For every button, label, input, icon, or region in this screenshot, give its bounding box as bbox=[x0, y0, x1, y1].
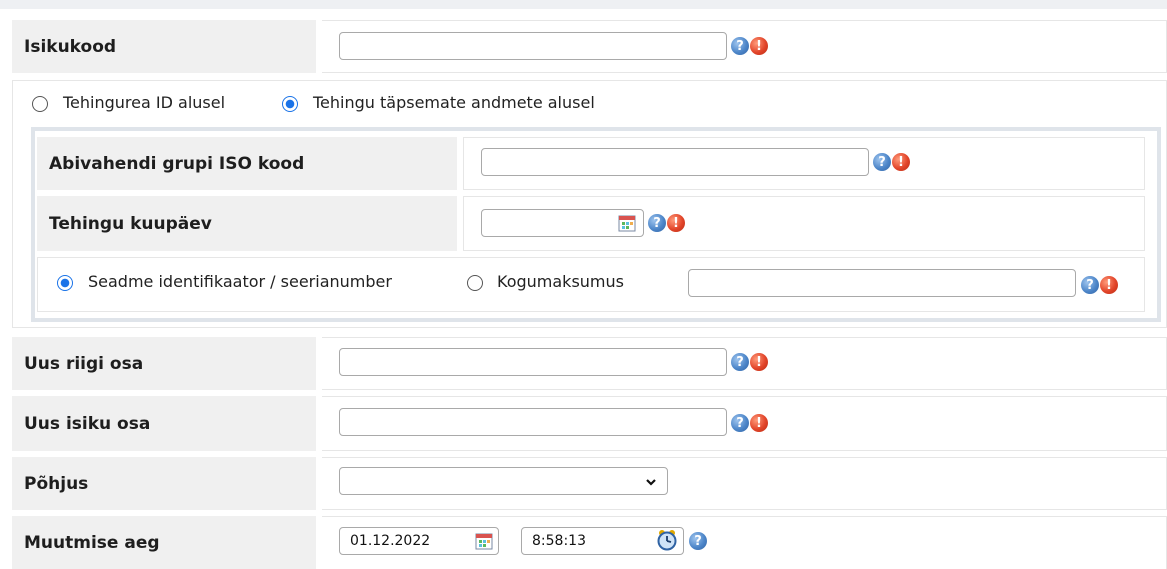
clock-icon[interactable] bbox=[656, 529, 678, 551]
top-border bbox=[0, 0, 1167, 9]
radio-seadme-identifikaator-label[interactable]: Seadme identifikaator / seerianumber bbox=[88, 272, 392, 291]
muutmise-aeg-label-cell: Muutmise aeg bbox=[12, 516, 316, 569]
radio-tehingu-andmete[interactable] bbox=[282, 96, 298, 112]
radio-tehingu-andmete-label[interactable]: Tehingu täpsemate andmete alusel bbox=[313, 93, 595, 112]
calendar-icon[interactable] bbox=[475, 532, 493, 550]
radio-tehingurea-id-label[interactable]: Tehingurea ID alusel bbox=[63, 93, 225, 112]
warning-icon[interactable]: ! bbox=[1100, 276, 1118, 294]
help-icon[interactable]: ? bbox=[731, 414, 749, 432]
warning-icon[interactable]: ! bbox=[750, 37, 768, 55]
help-icon[interactable]: ? bbox=[648, 214, 666, 232]
chevron-down-icon bbox=[646, 479, 656, 486]
help-icon[interactable]: ? bbox=[731, 353, 749, 371]
uus-riigi-osa-label: Uus riigi osa bbox=[24, 353, 144, 374]
radio-seadme-identifikaator[interactable] bbox=[57, 275, 73, 291]
radio-kogumaksumus-label[interactable]: Kogumaksumus bbox=[497, 272, 624, 291]
pohjus-label-cell: Põhjus bbox=[12, 457, 316, 510]
uus-isiku-osa-label: Uus isiku osa bbox=[24, 413, 151, 434]
warning-icon[interactable]: ! bbox=[892, 153, 910, 171]
help-icon[interactable]: ? bbox=[689, 532, 707, 550]
warning-icon[interactable]: ! bbox=[667, 214, 685, 232]
radio-kogumaksumus[interactable] bbox=[467, 275, 483, 291]
help-icon[interactable]: ? bbox=[1081, 276, 1099, 294]
iso-kood-label: Abivahendi grupi ISO kood bbox=[49, 153, 305, 174]
radio-tehingurea-id[interactable] bbox=[32, 96, 48, 112]
warning-icon[interactable]: ! bbox=[750, 353, 768, 371]
uus-isiku-osa-input[interactable] bbox=[339, 408, 727, 436]
help-icon[interactable]: ? bbox=[731, 37, 749, 55]
uus-riigi-osa-input[interactable] bbox=[339, 348, 727, 376]
uus-riigi-osa-label-cell: Uus riigi osa bbox=[12, 337, 316, 390]
pohjus-label: Põhjus bbox=[24, 473, 89, 494]
uus-isiku-osa-label-cell: Uus isiku osa bbox=[12, 396, 316, 451]
iso-kood-input[interactable] bbox=[481, 148, 869, 176]
kuupaev-label: Tehingu kuupäev bbox=[49, 213, 212, 234]
warning-icon[interactable]: ! bbox=[750, 414, 768, 432]
isikukood-label: Isikukood bbox=[24, 36, 117, 57]
isikukood-label-cell: Isikukood bbox=[12, 20, 316, 73]
muutmise-aeg-label: Muutmise aeg bbox=[24, 532, 160, 553]
isikukood-input[interactable] bbox=[339, 32, 727, 60]
kuupaev-label-cell: Tehingu kuupäev bbox=[37, 196, 457, 251]
pohjus-select[interactable] bbox=[339, 467, 668, 495]
iso-kood-label-cell: Abivahendi grupi ISO kood bbox=[37, 137, 457, 190]
identifier-input[interactable] bbox=[688, 269, 1076, 297]
help-icon[interactable]: ? bbox=[873, 153, 891, 171]
calendar-icon[interactable] bbox=[618, 214, 636, 232]
